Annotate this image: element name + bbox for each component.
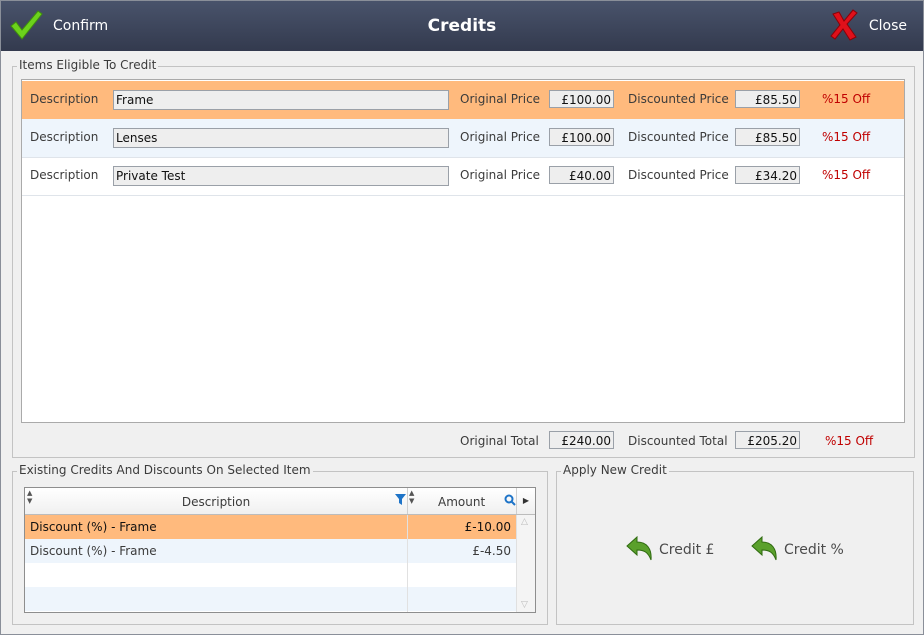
original-price-field[interactable]: £100.00 — [549, 90, 614, 108]
credit-pound-button[interactable]: Credit £ — [625, 535, 714, 565]
items-list: Description Frame Original Price £100.00… — [21, 79, 905, 423]
scroll-down-icon[interactable]: ▽ — [521, 600, 528, 610]
discounted-price-field[interactable]: £85.50 — [735, 90, 800, 108]
close-button[interactable]: Close — [829, 8, 907, 44]
apply-new-credit-group: Apply New Credit — [556, 463, 914, 625]
vertical-scrollbar[interactable]: △ ▽ — [516, 515, 535, 612]
discount-percent-text: %15 Off — [822, 168, 871, 182]
credit-pound-label: Credit £ — [659, 542, 715, 558]
description-field[interactable]: Lenses — [113, 128, 449, 148]
original-price-label: Original Price — [460, 92, 541, 106]
close-x-icon — [829, 8, 859, 44]
credit-description-cell: Discount (%) - Frame — [30, 520, 157, 534]
column-divider — [407, 488, 408, 514]
discounted-price-label: Discounted Price — [628, 92, 729, 106]
discounted-total-field[interactable]: £205.20 — [735, 431, 800, 449]
description-field[interactable]: Private Test — [113, 166, 449, 186]
total-discount-percent-text: %15 Off — [825, 434, 874, 448]
description-label: Description — [30, 168, 99, 182]
credits-window: Confirm Credits Close Items Eligible To … — [0, 0, 924, 635]
column-header-description[interactable]: Description — [25, 495, 407, 509]
original-total-field[interactable]: £240.00 — [549, 431, 614, 449]
original-total-label: Original Total — [460, 434, 539, 448]
scroll-right-icon[interactable]: ▶ — [516, 488, 535, 514]
window-title: Credits — [427, 16, 497, 36]
credit-percent-label: Credit % — [784, 542, 844, 558]
column-divider — [407, 515, 408, 612]
title-bar: Confirm Credits Close — [1, 1, 923, 51]
original-price-label: Original Price — [460, 130, 541, 144]
discounted-price-field[interactable]: £85.50 — [735, 128, 800, 146]
discount-percent-text: %15 Off — [822, 92, 871, 106]
description-label: Description — [30, 130, 99, 144]
table-row — [25, 587, 516, 611]
curved-arrow-icon — [750, 535, 778, 565]
scroll-up-icon[interactable]: △ — [521, 517, 528, 527]
existing-credits-legend: Existing Credits And Discounts On Select… — [17, 463, 313, 477]
search-icon[interactable] — [504, 494, 516, 509]
credit-percent-button[interactable]: Credit % — [750, 535, 844, 565]
table-row[interactable]: Discount (%) - Frame £-4.50 — [25, 539, 516, 563]
description-field[interactable]: Frame — [113, 90, 449, 110]
existing-credits-grid: ▲ ▼ Description ▲ ▼ Amount ▶ Discount (%) … — [24, 487, 536, 613]
discounted-price-label: Discounted Price — [628, 168, 729, 182]
original-price-field[interactable]: £40.00 — [549, 166, 614, 184]
description-label: Description — [30, 92, 99, 106]
close-label: Close — [868, 18, 907, 34]
discounted-price-label: Discounted Price — [628, 130, 729, 144]
column-header-amount[interactable]: Amount — [438, 495, 485, 509]
credit-amount-cell: £-4.50 — [472, 544, 511, 558]
discount-percent-text: %15 Off — [822, 130, 871, 144]
discounted-total-label: Discounted Total — [628, 434, 728, 448]
sort-handle-icon[interactable]: ▲ ▼ — [409, 489, 414, 505]
table-row — [25, 563, 516, 587]
filter-icon[interactable] — [395, 494, 406, 509]
credit-description-cell: Discount (%) - Frame — [30, 544, 157, 558]
items-eligible-legend: Items Eligible To Credit — [17, 58, 159, 72]
grid-header: ▲ ▼ Description ▲ ▼ Amount ▶ — [25, 488, 535, 515]
apply-new-credit-legend: Apply New Credit — [561, 463, 669, 477]
table-row[interactable]: Discount (%) - Frame £-10.00 — [25, 515, 516, 539]
curved-arrow-icon — [625, 535, 653, 565]
item-row[interactable]: Description Private Test Original Price … — [22, 157, 904, 196]
credit-amount-cell: £-10.00 — [464, 520, 511, 534]
item-row[interactable]: Description Lenses Original Price £100.0… — [22, 119, 904, 158]
original-price-label: Original Price — [460, 168, 541, 182]
item-row[interactable]: Description Frame Original Price £100.00… — [22, 81, 904, 120]
original-price-field[interactable]: £100.00 — [549, 128, 614, 146]
discounted-price-field[interactable]: £34.20 — [735, 166, 800, 184]
